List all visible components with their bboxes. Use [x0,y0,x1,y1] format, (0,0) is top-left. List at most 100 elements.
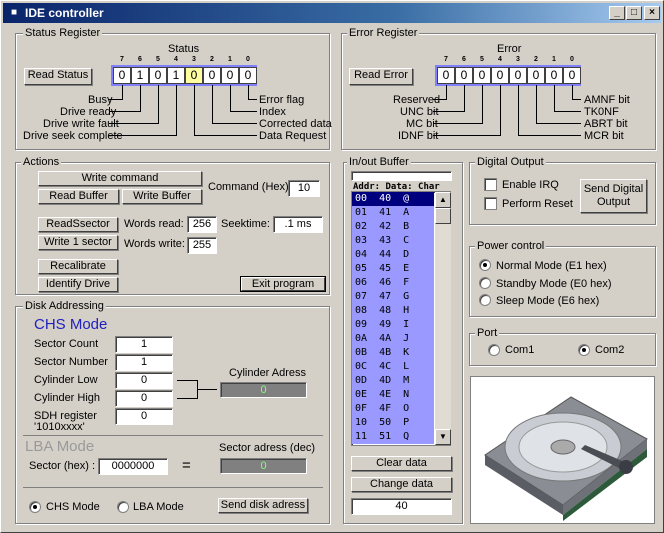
scroll-thumb[interactable] [435,208,451,224]
write-command-button[interactable]: Write command [38,171,202,186]
status-bit-value[interactable]: 0 [185,67,203,84]
enable-irq-checkbox[interactable] [484,178,497,191]
buffer-row[interactable]: 01 41 A [352,206,434,220]
sector-hex-field[interactable]: 0000000 [98,458,168,475]
lba-mode-title: LBA Mode [25,438,95,455]
buffer-row[interactable]: 0E 4E N [352,388,434,402]
error-right-leader-h [518,135,581,136]
normal-mode-radio[interactable] [479,259,491,271]
status-bit-value[interactable]: 0 [239,67,257,84]
error-bit-value[interactable]: 0 [455,67,473,84]
change-data-button[interactable]: Change data [351,477,452,492]
cylinder-high-label: Cylinder High [34,392,101,404]
minimize-button[interactable]: _ [609,6,625,20]
clear-data-button[interactable]: Clear data [351,456,452,471]
buffer-row[interactable]: 08 48 H [352,304,434,318]
buffer-row[interactable]: 06 46 F [352,276,434,290]
buffer-row[interactable]: 0B 4B K [352,346,434,360]
sector-number-label: Sector Number [34,356,108,368]
sector-address-dec-field: 0 [220,458,307,474]
scroll-down-icon[interactable]: ▼ [435,429,451,445]
error-right-leader [572,85,573,99]
status-bit-value[interactable]: 0 [113,67,131,84]
error-bit-value[interactable]: 0 [545,67,563,84]
sector-address-dec-label: Sector adress (dec) [219,442,315,454]
maximize-button[interactable]: □ [626,6,642,20]
buffer-row[interactable]: 10 50 P [352,416,434,430]
close-button[interactable]: × [644,6,660,20]
cylinder-low-field[interactable]: 0 [115,372,173,389]
status-right-leader-h [194,135,257,136]
error-bit-value[interactable]: 0 [473,67,491,84]
chs-mode-radio[interactable] [29,501,41,513]
buffer-row[interactable]: 09 49 I [352,318,434,332]
recalibrate-button[interactable]: Recalibrate [38,259,118,274]
status-bit-number: 7 [120,56,124,63]
error-bit-value[interactable]: 0 [509,67,527,84]
busy-label: Busy [88,94,113,106]
sector-number-field[interactable]: 1 [115,354,173,371]
standby-mode-radio[interactable] [479,277,491,289]
status-bit-number: 5 [156,56,160,63]
actions-label: Actions [21,156,62,168]
sleep-mode-radio[interactable] [479,294,491,306]
seektime-field[interactable]: .1 ms [273,216,323,233]
identify-drive-button[interactable]: Identify Drive [38,277,118,292]
error-bit-value[interactable]: 0 [563,67,581,84]
send-disk-address-button[interactable]: Send disk adress [218,498,308,513]
read-buffer-button[interactable]: Read Buffer [38,189,119,204]
read-status-button[interactable]: Read Status [24,68,92,85]
buffer-row[interactable]: 11 51 Q [352,430,434,444]
buffer-row[interactable]: 0F 4F O [352,402,434,416]
status-bit-value[interactable]: 0 [149,67,167,84]
buffer-row[interactable]: 00 40 @ [352,192,434,206]
read-sector-button[interactable]: ReadSsector [38,217,118,232]
status-right-leader-h [230,111,257,112]
status-right-leader-h [248,99,257,100]
write-buffer-button[interactable]: Write Buffer [122,189,202,204]
status-bit-value[interactable]: 1 [131,67,149,84]
error-right-leader-h [554,111,581,112]
error-bit-value[interactable]: 0 [491,67,509,84]
buffer-row[interactable]: 03 43 C [352,234,434,248]
buffer-row[interactable]: 05 45 E [352,262,434,276]
perform-reset-label: Perform Reset [502,198,573,210]
buffer-row[interactable]: 0D 4D M [352,374,434,388]
lba-mode-radio[interactable] [117,501,129,513]
status-bit-value[interactable]: 1 [167,67,185,84]
command-hex-input[interactable]: 10 [288,180,320,197]
scroll-up-icon[interactable]: ▲ [435,192,451,208]
buffer-row[interactable]: 0A 4A J [352,332,434,346]
words-read-field[interactable]: 256 [187,216,217,233]
read-error-button[interactable]: Read Error [349,68,413,85]
perform-reset-checkbox[interactable] [484,197,497,210]
status-right-leader [212,85,213,123]
status-bit-number: 4 [174,56,178,63]
sdh-register-field[interactable]: 0 [115,408,173,425]
status-bit-value[interactable]: 0 [221,67,239,84]
cylinder-high-field[interactable]: 0 [115,390,173,407]
buffer-row[interactable]: 02 42 B [352,220,434,234]
buffer-row[interactable]: 0C 4C L [352,360,434,374]
exit-program-button[interactable]: Exit program [240,276,326,292]
window-title: IDE controller [25,6,104,20]
send-digital-output-button[interactable]: Send Digital Output [580,179,647,213]
status-left-leader-h [109,123,159,124]
buffer-row[interactable]: 04 44 D [352,248,434,262]
error-bit-value[interactable]: 0 [437,67,455,84]
error-bit-number: 1 [552,56,556,63]
write-sector-button[interactable]: Write 1 sector [38,235,118,250]
sector-count-field[interactable]: 1 [115,336,173,353]
buffer-scrollbar[interactable]: ▲ ▼ [435,192,451,445]
chs-mode-radio-label: CHS Mode [46,501,100,513]
buffer-row[interactable]: 07 47 G [352,290,434,304]
error-bit-value[interactable]: 0 [527,67,545,84]
status-bit-value[interactable]: 0 [203,67,221,84]
buffer-value-field[interactable]: 40 [351,498,452,515]
sleep-mode-label: Sleep Mode (E6 hex) [496,295,600,307]
words-write-field[interactable]: 255 [187,237,217,254]
com2-radio[interactable] [578,344,590,356]
error-right-leader [554,85,555,111]
com1-radio[interactable] [488,344,500,356]
words-write-label: Words write: [124,238,185,250]
